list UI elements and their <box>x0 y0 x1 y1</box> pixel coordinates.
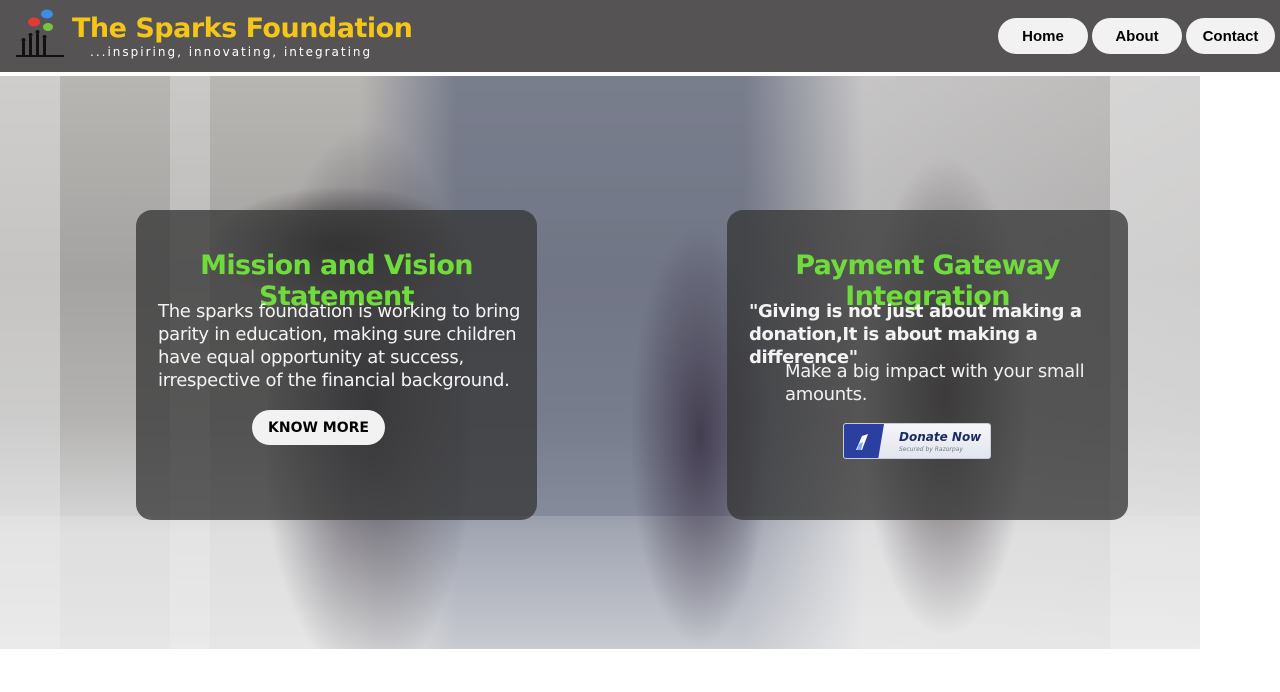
site-title[interactable]: The Sparks Foundation <box>72 13 413 44</box>
sparks-logo-icon[interactable] <box>14 8 66 60</box>
donation-quote: "Giving is not just about making a donat… <box>749 301 1082 368</box>
mission-card: Mission and Vision Statement The sparks … <box>136 210 537 520</box>
razorpay-icon <box>844 424 884 458</box>
mission-body: The sparks foundation is working to brin… <box>158 301 521 391</box>
impact-text: Make a big impact with your small amount… <box>785 361 1085 405</box>
razorpay-logo-icon <box>856 434 868 450</box>
site-header: The Sparks Foundation ...inspiring, inno… <box>0 0 1280 72</box>
nav-home-button[interactable]: Home <box>998 18 1088 54</box>
nav-about-button[interactable]: About <box>1092 18 1182 54</box>
main-nav: Home About Contact <box>998 18 1275 54</box>
know-more-button[interactable]: KNOW MORE <box>252 410 385 445</box>
payment-card: Payment Gateway Integration "Giving is n… <box>727 210 1128 520</box>
donate-label: Donate Now <box>899 430 982 444</box>
donate-now-button[interactable]: Donate Now Secured by Razorpay <box>843 423 991 459</box>
site-tagline: ...inspiring, innovating, integrating <box>90 45 373 59</box>
razorpay-secured-label: Secured by Razorpay <box>899 446 963 453</box>
nav-contact-button[interactable]: Contact <box>1186 18 1275 54</box>
